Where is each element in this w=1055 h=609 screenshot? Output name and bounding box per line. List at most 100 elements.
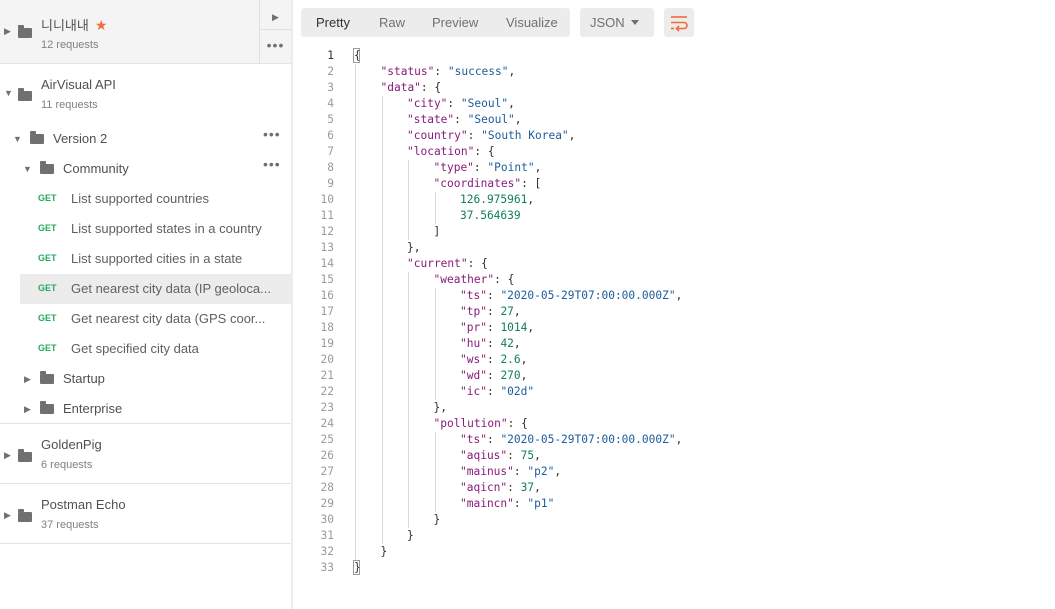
indent-guide — [408, 160, 409, 240]
code-line: 4 "city": "Seoul", — [301, 96, 1055, 112]
code-text: }, — [407, 241, 421, 254]
line-number: 19 — [320, 337, 334, 350]
folder-icon — [40, 371, 54, 384]
line-number: 17 — [320, 305, 334, 318]
code-line: 3 "data": { — [301, 80, 1055, 96]
folder-name: Startup — [63, 371, 105, 386]
line-number: 18 — [320, 321, 334, 334]
expand-arrow-icon[interactable]: ▶ — [4, 26, 11, 37]
response-body-viewer[interactable]: 1{2 "status": "success", 3 "data": {4 "city"… — [301, 46, 1055, 586]
line-number: 28 — [320, 481, 334, 494]
line-number: 31 — [320, 529, 334, 542]
code-text: "maincn": "p1" — [460, 497, 555, 510]
line-number: 25 — [320, 433, 334, 446]
indent-guide — [408, 272, 409, 528]
collection-name: GoldenPig — [41, 437, 102, 452]
code-text: "country": "South Korea", — [407, 129, 576, 142]
tab-raw[interactable]: Raw — [379, 8, 405, 37]
collection-item[interactable]: ▶ GoldenPig 6 requests — [0, 423, 291, 484]
folder-icon — [18, 25, 32, 38]
code-line: 18 "pr": 1014, — [301, 320, 1055, 336]
line-number: 1 — [327, 49, 334, 62]
code-line: 7 "location": { — [301, 144, 1055, 160]
collapse-arrow-icon[interactable]: ▼ — [23, 164, 32, 174]
code-line: 13}, — [301, 240, 1055, 256]
code-text: } — [407, 529, 414, 542]
response-view-tabs: Pretty Raw Preview Visualize — [301, 8, 570, 37]
code-line: 19 "hu": 42, — [301, 336, 1055, 352]
collection-item[interactable]: ▶ Postman Echo 37 requests — [0, 484, 291, 544]
code-line: 21 "wd": 270, — [301, 368, 1055, 384]
folder-startup[interactable]: ▶ Startup — [0, 364, 291, 394]
code-text: "aqius": 75, — [460, 449, 541, 462]
method-badge: GET — [38, 283, 57, 293]
collections-sidebar: ▶ 니니내내 ★ 12 requests ▶ ••• ▼ AirVisual AP… — [0, 0, 291, 609]
line-number: 27 — [320, 465, 334, 478]
request-name: List supported states in a country — [71, 221, 262, 236]
sidebar-resize-handle[interactable] — [291, 0, 293, 609]
tab-preview[interactable]: Preview — [432, 8, 478, 37]
more-dots-icon[interactable]: ••• — [263, 156, 281, 172]
tab-pretty[interactable]: Pretty — [316, 8, 350, 37]
code-line: 5 "state": "Seoul", — [301, 112, 1055, 128]
format-select[interactable]: JSON — [580, 8, 654, 37]
code-text: "pr": 1014, — [460, 321, 535, 334]
folder-icon — [40, 161, 54, 174]
expand-arrow-icon[interactable]: ▶ — [24, 404, 31, 415]
request-item[interactable]: GET List supported countries — [20, 184, 291, 214]
star-icon[interactable]: ★ — [95, 17, 108, 33]
wrap-lines-button[interactable] — [664, 8, 694, 37]
code-line: 32} — [301, 544, 1055, 560]
line-number: 4 — [327, 97, 334, 110]
line-number: 12 — [320, 225, 334, 238]
request-item-active[interactable]: GET Get nearest city data (IP geoloca... — [20, 274, 291, 304]
collection-item[interactable]: ▼ AirVisual API 11 requests — [0, 64, 291, 124]
line-number: 7 — [327, 145, 334, 158]
code-line: 27 "mainus": "p2", — [301, 464, 1055, 480]
code-text: } — [380, 545, 388, 558]
collection-item[interactable]: ▶ 니니내내 ★ 12 requests ▶ ••• — [0, 0, 291, 64]
folder-icon — [18, 449, 32, 462]
line-number: 22 — [320, 385, 334, 398]
expand-arrow-icon[interactable]: ▶ — [24, 374, 31, 385]
request-item[interactable]: GET Get specified city data — [20, 334, 291, 364]
code-line: 22 "ic": "02d" — [301, 384, 1055, 400]
code-line: 10 126.975961, — [301, 192, 1055, 208]
collapse-arrow-icon[interactable]: ▼ — [4, 88, 13, 98]
code-text: "state": "Seoul", — [407, 113, 522, 126]
method-badge: GET — [38, 223, 57, 233]
code-text: }, — [433, 401, 447, 414]
request-item[interactable]: GET Get nearest city data (GPS coor... — [20, 304, 291, 334]
tab-visualize[interactable]: Visualize — [506, 8, 558, 37]
line-number: 3 — [327, 81, 334, 94]
code-line: 16 "ts": "2020-05-29T07:00:00.000Z", — [301, 288, 1055, 304]
code-text: ] — [433, 225, 441, 238]
folder-name: Community — [63, 161, 129, 176]
code-line: 6 "country": "South Korea", — [301, 128, 1055, 144]
collapse-arrow-icon[interactable]: ▼ — [13, 134, 22, 144]
bracket-match-highlight — [353, 48, 360, 63]
expand-arrow-icon[interactable]: ▶ — [4, 510, 11, 521]
request-item[interactable]: GET List supported states in a country — [20, 214, 291, 244]
line-number: 30 — [320, 513, 334, 526]
expand-arrow-icon[interactable]: ▶ — [4, 450, 11, 461]
request-item[interactable]: GET List supported cities in a state — [20, 244, 291, 274]
folder-icon — [18, 88, 32, 101]
more-dots-icon[interactable]: ••• — [260, 34, 291, 60]
code-line: 28 "aqicn": 37, — [301, 480, 1055, 496]
more-dots-icon[interactable]: ••• — [263, 126, 281, 142]
code-line: 29 "maincn": "p1" — [301, 496, 1055, 512]
folder-enterprise[interactable]: ▶ Enterprise — [0, 394, 291, 424]
code-line: 17 "tp": 27, — [301, 304, 1055, 320]
folder-version-2[interactable]: ▼ Version 2 ••• — [0, 124, 291, 154]
collection-request-count: 12 requests — [41, 39, 99, 51]
wrap-lines-icon — [671, 16, 688, 32]
code-text: "ic": "02d" — [460, 385, 535, 398]
request-name: Get nearest city data (GPS coor... — [71, 311, 266, 326]
folder-community[interactable]: ▼ Community ••• — [0, 154, 291, 184]
expand-right-icon[interactable]: ▶ — [260, 4, 291, 30]
line-number: 16 — [320, 289, 334, 302]
line-number: 21 — [320, 369, 334, 382]
indent-guide — [434, 288, 436, 400]
line-number: 10 — [320, 193, 334, 206]
